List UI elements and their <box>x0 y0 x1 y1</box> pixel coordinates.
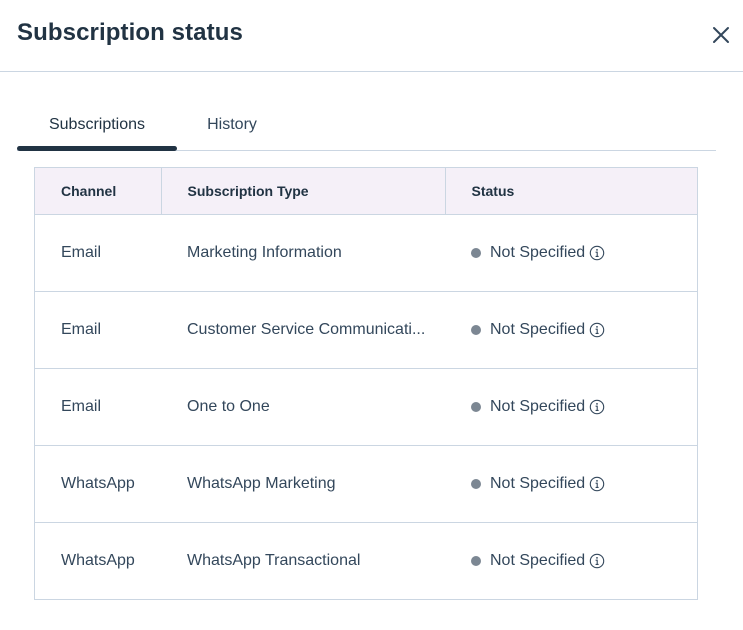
cell-status: Not Specified <box>445 521 697 599</box>
cell-subscription-type: One to One <box>161 367 445 445</box>
info-icon[interactable] <box>589 322 605 338</box>
status-indicator: Not Specified <box>471 244 697 262</box>
cell-channel: Email <box>61 243 102 261</box>
cell-status: Not Specified <box>445 444 697 522</box>
status-indicator: Not Specified <box>471 398 697 416</box>
table-row: WhatsApp WhatsApp Transactional Not Specif… <box>35 521 697 599</box>
table-row: Email Marketing Information Not Specified <box>35 214 697 291</box>
close-icon <box>713 27 729 43</box>
cell-channel: Email <box>35 290 161 368</box>
table-row: WhatsApp WhatsApp Marketing Not Specified <box>35 444 697 522</box>
cell-subscription-type: WhatsApp Transactional <box>161 521 445 599</box>
cell-status: Not Specified <box>445 214 697 291</box>
close-button[interactable] <box>708 22 735 49</box>
cell-channel: WhatsApp <box>35 521 161 599</box>
status-label: Not Specified <box>490 243 586 261</box>
panel-header: Subscription status <box>0 0 743 72</box>
subscriptions-table: Channel Subscription Type Status Email Ma… <box>34 167 698 600</box>
info-icon[interactable] <box>589 399 605 415</box>
info-icon[interactable] <box>589 553 605 569</box>
status-dot <box>471 401 481 412</box>
status-dot <box>471 478 481 489</box>
table-row: Email One to One Not Specified <box>35 367 697 445</box>
info-icon[interactable] <box>589 476 605 492</box>
active-tab-indicator <box>17 146 177 151</box>
column-header-channel[interactable]: Channel <box>35 168 161 215</box>
cell-status: Not Specified <box>445 367 697 445</box>
status-indicator: Not Specified <box>471 552 697 570</box>
info-icon[interactable] <box>589 245 605 261</box>
cell-subscription-type: WhatsApp Marketing <box>161 444 445 522</box>
status-label: Not Specified <box>490 320 586 338</box>
cell-subscription-type: Marketing Information <box>187 243 342 261</box>
cell-channel: Email <box>35 367 161 445</box>
cell-subscription-type: Customer Service Communicati... <box>161 290 445 368</box>
cell-status: Not Specified <box>445 290 697 368</box>
subscription-status-panel: Subscription status Subscriptions Histor… <box>0 0 743 630</box>
status-label: Not Specified <box>490 474 586 492</box>
table-row: Email Customer Service Communicati... Not … <box>35 290 697 368</box>
column-header-status[interactable]: Status <box>444 168 697 215</box>
status-label: Not Specified <box>490 551 586 569</box>
status-indicator: Not Specified <box>471 321 697 339</box>
table-header-row: Channel Subscription Type Status <box>35 168 697 215</box>
tab-subscriptions[interactable]: Subscriptions <box>17 100 177 150</box>
cell-channel: WhatsApp <box>35 444 161 522</box>
tab-bar: Subscriptions History <box>17 100 716 151</box>
panel-title: Subscription status <box>17 19 243 46</box>
status-dot <box>471 555 481 566</box>
status-label: Not Specified <box>490 397 586 415</box>
tab-history[interactable]: History <box>192 100 272 150</box>
status-indicator: Not Specified <box>471 475 697 493</box>
status-dot <box>471 324 481 335</box>
status-dot <box>471 247 481 258</box>
column-header-subscription-type[interactable]: Subscription Type <box>160 168 445 215</box>
